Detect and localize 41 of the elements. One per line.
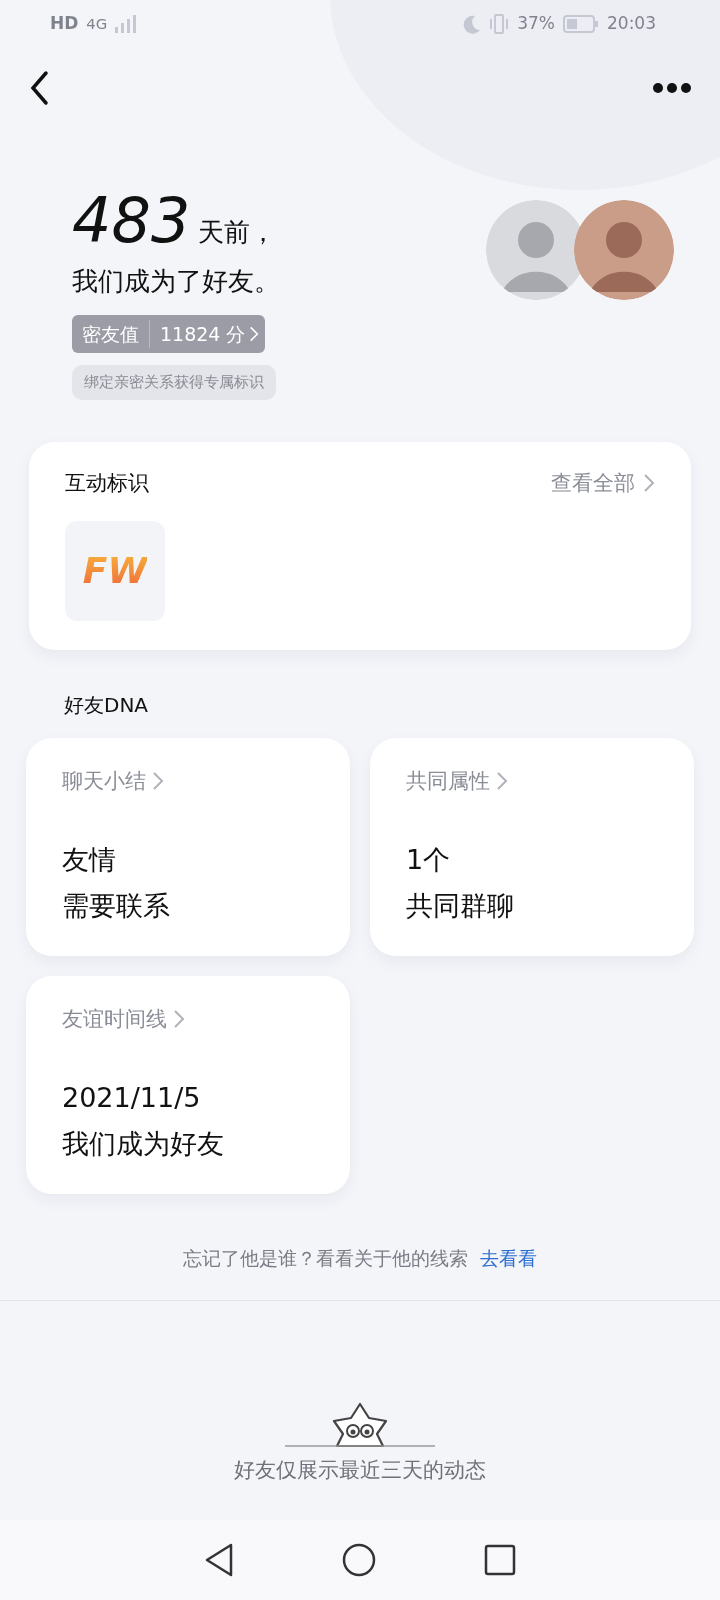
card-text: 我们成为好友 — [62, 1127, 225, 1161]
clue-text: 忘记了他是谁？看看关于他的线索 去看看 — [182, 1245, 538, 1271]
days-label: 天前， — [198, 216, 277, 249]
headline-text: 我们成为了好友。 — [72, 265, 280, 298]
intimacy-score-badge[interactable]: 密友值 11824 分 — [72, 315, 266, 353]
battery-icon — [563, 14, 599, 34]
card-text: 共同群聊 — [406, 889, 515, 923]
status-time: 20:03 — [607, 12, 656, 36]
info-card[interactable]: 聊天小结 友情 需要联系 — [26, 737, 350, 956]
chevron-icon — [643, 473, 655, 494]
view-all-link[interactable]: 查看全部 — [551, 467, 655, 499]
signal-type: 4G — [86, 13, 108, 35]
signal-icon — [115, 15, 138, 33]
card-title: 聊天小结 — [62, 767, 146, 795]
hint-bubble: 绑定亲密关系获得专属标识 — [72, 365, 276, 400]
chevron-icon — [173, 1009, 185, 1030]
card-text: 需要联系 — [62, 889, 171, 923]
go-see-link[interactable]: 去看看 — [480, 1246, 537, 1269]
section-title: 好友DNA — [64, 691, 150, 719]
battery-percent: 37% — [517, 12, 555, 36]
card-title: 友谊时间线 — [62, 1005, 167, 1033]
days-count: 483 — [72, 190, 191, 252]
section-title: 互动标识 — [65, 469, 149, 497]
chevron-icon — [152, 771, 164, 792]
chevron-icon — [496, 771, 508, 792]
back-icon[interactable] — [28, 70, 50, 106]
card-title: 共同属性 — [406, 767, 490, 795]
card-text: 1个 — [406, 843, 452, 877]
moon-icon — [461, 14, 482, 34]
back-triangle-icon[interactable] — [203, 1542, 235, 1578]
info-card[interactable]: 友谊时间线 2021/11/5 我们成为好友 — [26, 975, 350, 1194]
info-card[interactable]: 共同属性 1个 共同群聊 — [370, 737, 694, 956]
chevron-icon — [249, 325, 260, 343]
empty-state-text: 好友仅展示最近三天的动态 — [234, 1457, 486, 1484]
card-text: 友情 — [62, 843, 117, 877]
home-circle-icon[interactable] — [341, 1542, 377, 1578]
card-text: 2021/11/5 — [62, 1081, 202, 1115]
more-icon[interactable] — [652, 82, 692, 94]
vibrate-icon — [489, 13, 510, 35]
recents-square-icon[interactable] — [483, 1543, 517, 1577]
network-label: HD — [50, 12, 79, 36]
